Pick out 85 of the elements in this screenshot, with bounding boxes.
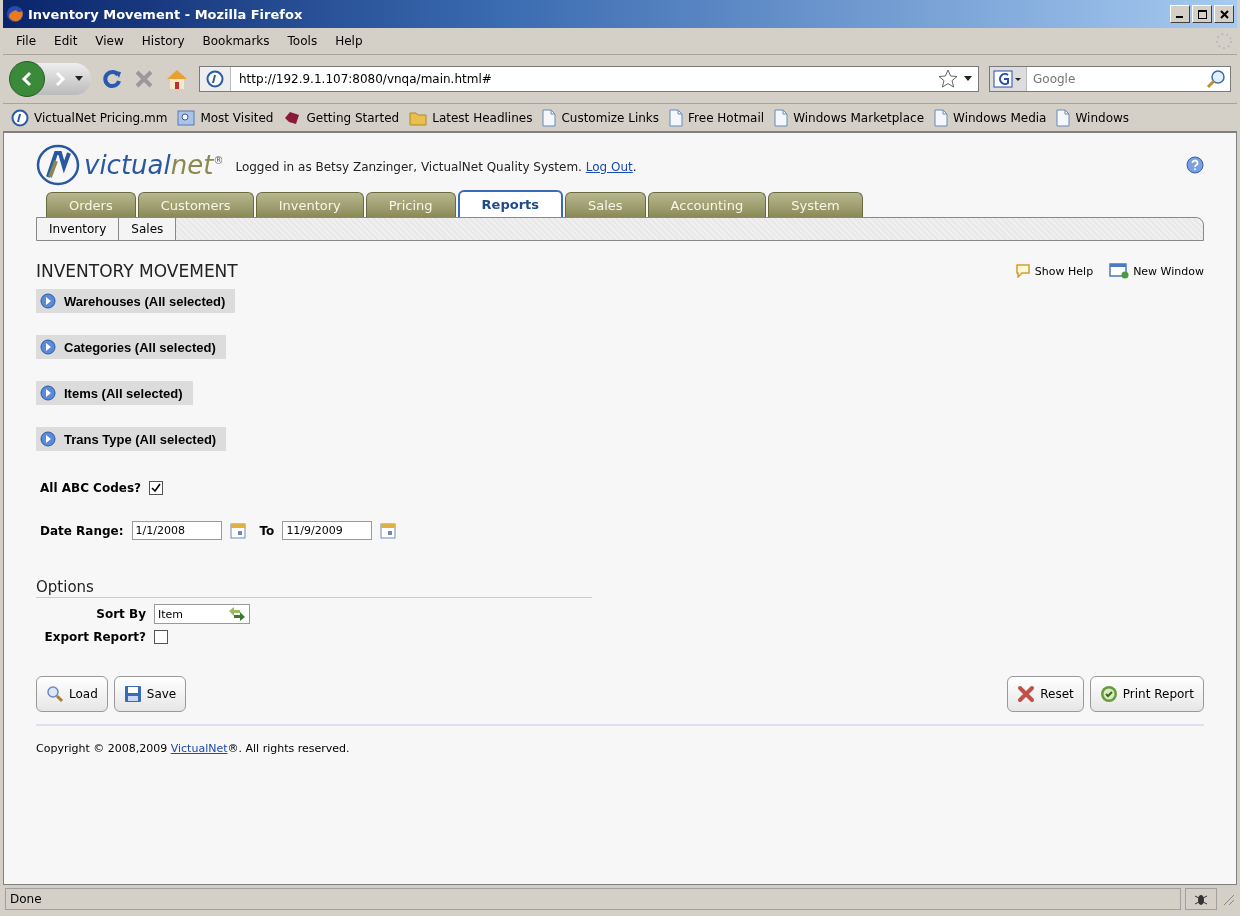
page-icon [774, 108, 789, 127]
folder-icon [409, 109, 428, 126]
page-icon [1056, 108, 1071, 127]
close-button[interactable] [1214, 5, 1234, 23]
help-icon[interactable] [1186, 156, 1204, 174]
checkbox[interactable] [149, 481, 163, 495]
logo-icon [206, 70, 224, 88]
reload-icon[interactable] [101, 68, 123, 90]
menu-item[interactable]: Bookmarks [193, 34, 279, 48]
bookmark-link[interactable]: Customize Links [561, 110, 660, 125]
field-label: All ABC Codes? [40, 481, 141, 495]
bookmark-link[interactable]: Windows [1075, 110, 1130, 125]
calendar-icon[interactable] [380, 522, 397, 539]
browser-logo-icon [6, 5, 24, 23]
copyright-text: Copyright © 2008,2009 VictualNet®. All rights reserved. [36, 742, 351, 755]
log-out-link[interactable]: Log Out [585, 160, 633, 174]
page-icon [934, 108, 949, 127]
search-icon[interactable] [1206, 69, 1226, 89]
bookmark-link[interactable]: Most Visited [200, 110, 274, 125]
logo-icon [11, 108, 29, 127]
date-field[interactable]: 11/9/2009 [282, 521, 373, 540]
maximize-icon [1197, 9, 1207, 19]
magnifier-icon [46, 685, 64, 703]
dropdown-arrow-icon[interactable] [964, 76, 972, 82]
bookmark-link[interactable]: Free Hotmail [688, 110, 765, 125]
filter-expander[interactable]: Warehouses (All selected) [36, 289, 236, 313]
page-icon [669, 108, 684, 127]
search-engine-icon[interactable] [993, 70, 1023, 88]
window-title: Inventory Movement - Mozilla Firefox [28, 6, 304, 22]
calendar-icon[interactable] [229, 522, 246, 539]
subtab[interactable]: Sales [119, 218, 177, 240]
action-button[interactable]: Load [36, 676, 108, 712]
throbber-icon [1215, 32, 1233, 50]
menu-item[interactable]: Tools [278, 34, 327, 48]
address-bar[interactable]: http://192.9.1.107:8080/vnqa/main.html# [199, 66, 979, 92]
filter-expander[interactable]: Trans Type (All selected) [36, 427, 227, 451]
date-field[interactable]: 1/1/2008 [131, 521, 222, 540]
bookmark-link[interactable]: Getting Started [306, 110, 400, 125]
star-icon[interactable] [938, 69, 958, 89]
menu-item[interactable]: Help [326, 34, 372, 48]
nav-tab[interactable]: Reports [457, 190, 563, 217]
speech-bubble-icon [1014, 264, 1031, 278]
filter-expander[interactable]: Categories (All selected) [36, 335, 226, 359]
minimize-button[interactable] [1170, 5, 1190, 23]
bookmark-link[interactable]: VictualNet Pricing.mm [34, 110, 168, 125]
search-folder-icon [177, 109, 196, 126]
field-label: To [259, 523, 275, 538]
back-button[interactable] [9, 61, 45, 97]
action-button[interactable]: Reset [1007, 676, 1084, 712]
close-icon [1219, 9, 1229, 19]
field-label: Export Report? [43, 630, 146, 644]
page-icon [542, 108, 557, 127]
cross-icon [1017, 685, 1036, 703]
swap-arrows-icon[interactable] [228, 606, 246, 622]
bookmark-link[interactable]: Windows Media [953, 110, 1047, 125]
toolbar-link[interactable]: New Window [1133, 264, 1204, 278]
status-text: Done [5, 888, 1181, 910]
page-title: INVENTORY MOVEMENT [36, 261, 239, 281]
filter-expander[interactable]: Items (All selected) [36, 381, 193, 405]
dropdown-arrow-icon[interactable] [75, 76, 83, 82]
toolbar-link[interactable]: Show Help [1034, 264, 1094, 278]
home-icon[interactable] [165, 68, 189, 90]
new-window-icon [1109, 263, 1130, 279]
company-link[interactable]: VictualNet [170, 742, 228, 755]
url-input[interactable]: http://192.9.1.107:8080/vnqa/main.html# [237, 71, 932, 87]
resize-grip-icon [1221, 892, 1235, 906]
checkbox[interactable] [154, 630, 168, 644]
sort-select[interactable]: Item [154, 604, 250, 624]
section-title: Options [36, 578, 592, 598]
menu-item[interactable]: Edit [45, 34, 87, 48]
field-label: Date Range: [40, 523, 124, 538]
bookmark-link[interactable]: Windows Marketplace [793, 110, 925, 125]
menu-item[interactable]: View [86, 34, 133, 48]
menu-item[interactable]: File [7, 34, 46, 48]
search-field[interactable]: Google [989, 66, 1231, 92]
subtab[interactable]: Inventory [37, 218, 120, 240]
action-button[interactable]: Save [113, 676, 187, 712]
maximize-button[interactable] [1192, 5, 1212, 23]
menu-item[interactable]: History [132, 34, 194, 48]
company-logo: victualnet$^{®}$ [36, 143, 224, 187]
check-circle-icon [1099, 685, 1118, 703]
login-status-text: Logged in as Betsy Zanzinger, VictualNet Quality System. Log Out. [235, 160, 637, 174]
action-button[interactable]: Print Report [1089, 676, 1204, 712]
bookmark-link[interactable]: Latest Headlines [432, 110, 533, 125]
field-label: Sort By [95, 607, 146, 621]
